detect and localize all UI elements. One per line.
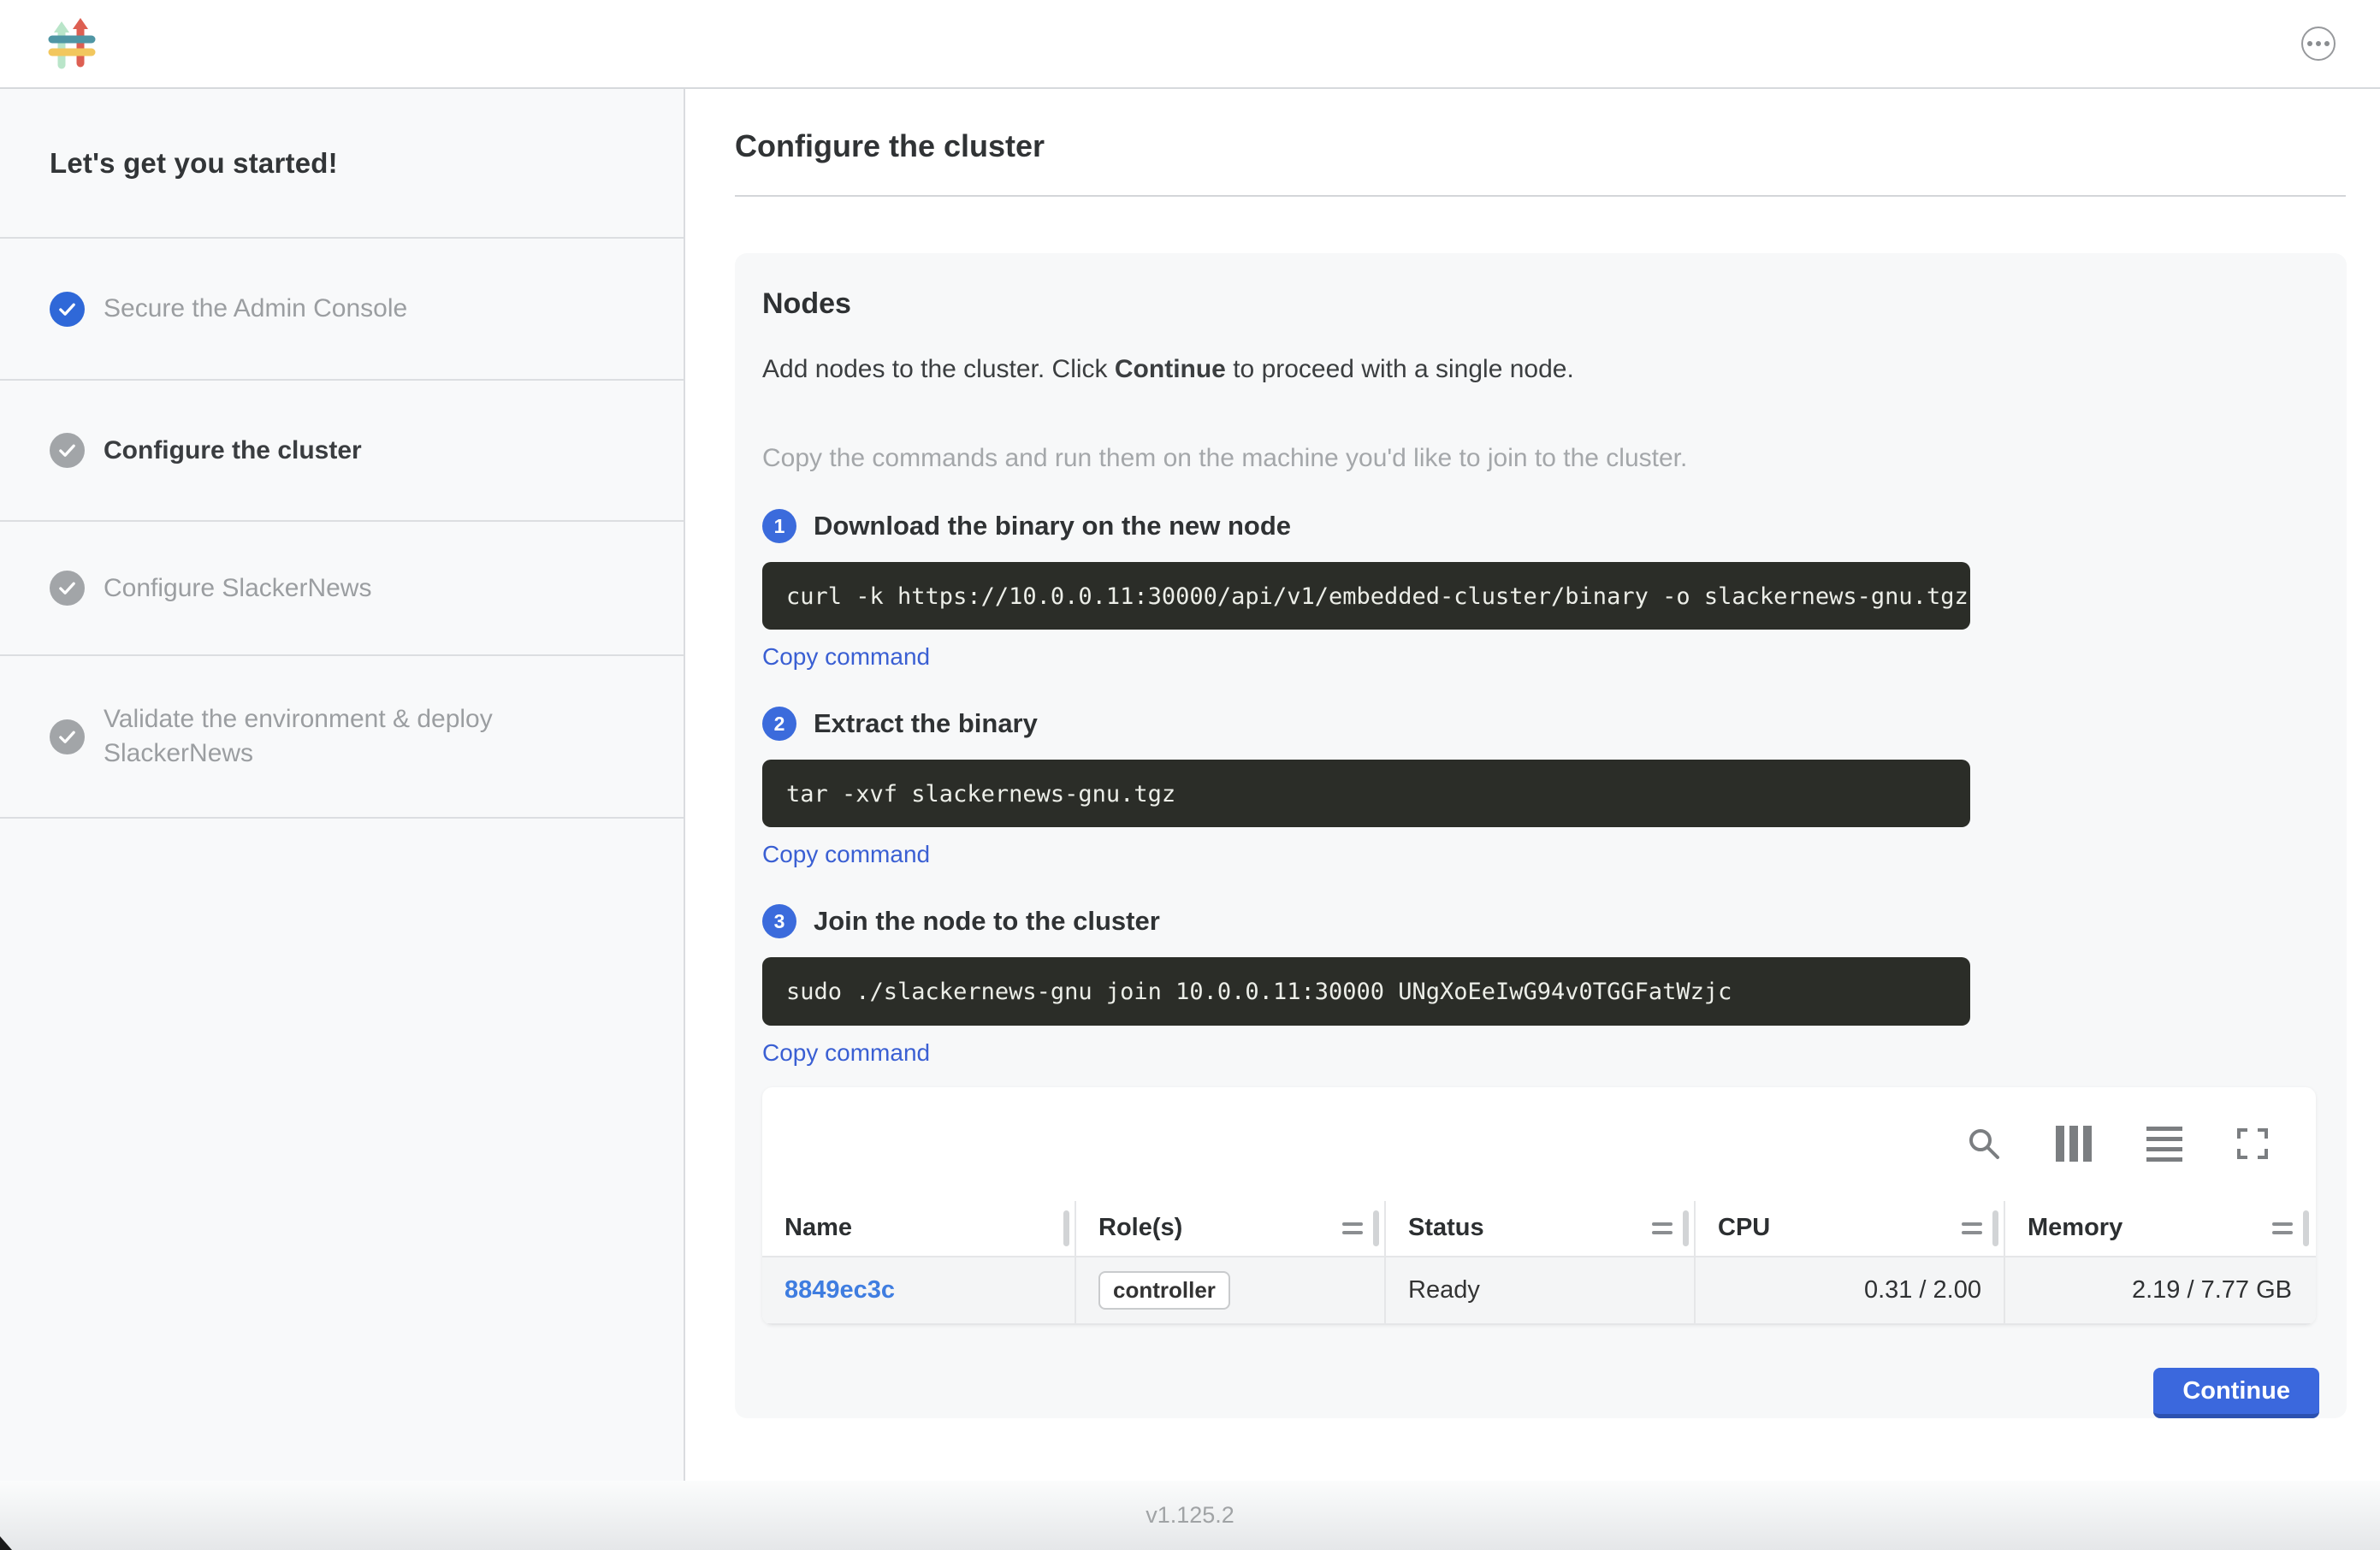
step-3-copy-command-link[interactable]: Copy command: [762, 1039, 930, 1067]
step-3-header: 3 Join the node to the cluster: [762, 904, 2319, 938]
version-label: v1.125.2: [1146, 1502, 1234, 1529]
main-content: Configure the cluster Nodes Add nodes to…: [687, 89, 2380, 1481]
ellipsis-icon: [2307, 41, 2312, 46]
nodes-heading: Nodes: [762, 287, 2319, 321]
sidebar-item-label: Validate the environment & deploy Slacke…: [104, 702, 637, 771]
app-footer: v1.125.2: [0, 1481, 2380, 1550]
step-2-number-badge: 2: [762, 707, 796, 741]
step-1-number-badge: 1: [762, 509, 796, 543]
sidebar-item-validate-deploy[interactable]: Validate the environment & deploy Slacke…: [0, 656, 684, 819]
check-pending-icon: [50, 433, 85, 468]
check-pending-icon: [50, 571, 85, 606]
sidebar-item-label: Configure the cluster: [104, 434, 362, 468]
sidebar: Let's get you started! Secure the Admin …: [0, 89, 685, 1481]
column-resize-handle[interactable]: [2303, 1210, 2309, 1246]
column-menu-icon[interactable]: [2272, 1222, 2293, 1234]
node-roles-cell: controller: [1076, 1257, 1386, 1323]
step-3-title: Join the node to the cluster: [814, 906, 1160, 937]
step-2-title: Extract the binary: [814, 708, 1038, 739]
column-resize-handle[interactable]: [1063, 1210, 1069, 1246]
column-header-cpu[interactable]: CPU: [1696, 1201, 2005, 1256]
step-1-command-code: curl -k https://10.0.0.11:30000/api/v1/e…: [762, 562, 1970, 630]
app-header: [0, 0, 2380, 89]
check-pending-icon: [50, 719, 85, 754]
columns-icon[interactable]: [2056, 1126, 2092, 1162]
step-2-copy-command-link[interactable]: Copy command: [762, 841, 930, 868]
column-resize-handle[interactable]: [1992, 1210, 1998, 1246]
sidebar-item-secure-admin-console[interactable]: Secure the Admin Console: [0, 239, 684, 381]
density-icon[interactable]: [2146, 1127, 2182, 1162]
column-header-name[interactable]: Name: [762, 1201, 1076, 1256]
continue-button[interactable]: Continue: [2153, 1368, 2319, 1418]
node-memory-cell: 2.19 / 7.77 GB: [2005, 1257, 2314, 1323]
table-toolbar: [762, 1087, 2316, 1201]
role-badge: controller: [1098, 1271, 1230, 1310]
step-1-header: 1 Download the binary on the new node: [762, 509, 2319, 543]
title-divider: [735, 195, 2346, 197]
sidebar-item-configure-cluster[interactable]: Configure the cluster: [0, 381, 684, 522]
step-3-number-badge: 3: [762, 904, 796, 938]
column-menu-icon[interactable]: [1342, 1222, 1363, 1234]
column-resize-handle[interactable]: [1373, 1210, 1379, 1246]
step-2-header: 2 Extract the binary: [762, 707, 2319, 741]
mouse-cursor: [0, 1536, 12, 1550]
more-menu-button[interactable]: [2301, 27, 2336, 61]
step-2-command-code: tar -xvf slackernews-gnu.tgz: [762, 760, 1970, 827]
node-cpu-cell: 0.31 / 2.00: [1696, 1257, 2005, 1323]
sidebar-item-label: Secure the Admin Console: [104, 292, 407, 326]
column-menu-icon[interactable]: [1652, 1222, 1673, 1234]
nodes-table-panel: Name Role(s) Status CPU: [762, 1087, 2316, 1326]
node-name-link[interactable]: 8849ec3c: [784, 1276, 895, 1304]
table-header-row: Name Role(s) Status CPU: [762, 1201, 2316, 1257]
column-resize-handle[interactable]: [1683, 1210, 1689, 1246]
column-header-memory[interactable]: Memory: [2005, 1201, 2314, 1256]
step-3-command-code: sudo ./slackernews-gnu join 10.0.0.11:30…: [762, 957, 1970, 1025]
column-menu-icon[interactable]: [1962, 1222, 1982, 1234]
fullscreen-icon[interactable]: [2237, 1128, 2268, 1159]
nodes-intro: Add nodes to the cluster. Click Continue…: [762, 355, 2319, 384]
slackernews-logo-icon: [48, 16, 96, 71]
step-1-copy-command-link[interactable]: Copy command: [762, 643, 930, 671]
column-header-status[interactable]: Status: [1386, 1201, 1696, 1256]
node-name-cell: 8849ec3c: [762, 1257, 1076, 1323]
column-header-roles[interactable]: Role(s): [1076, 1201, 1386, 1256]
node-status-cell: Ready: [1386, 1257, 1696, 1323]
sidebar-item-label: Configure SlackerNews: [104, 571, 371, 606]
step-1-title: Download the binary on the new node: [814, 511, 1291, 541]
table-row: 8849ec3c controller Ready 0.31 / 2.00 2.…: [762, 1257, 2316, 1325]
copy-instruction: Copy the commands and run them on the ma…: [762, 444, 2319, 473]
page-title: Configure the cluster: [735, 128, 2380, 164]
search-icon[interactable]: [1967, 1127, 2001, 1161]
nodes-card: Nodes Add nodes to the cluster. Click Co…: [735, 253, 2347, 1418]
check-complete-icon: [50, 292, 85, 327]
sidebar-item-configure-slackernews[interactable]: Configure SlackerNews: [0, 522, 684, 656]
sidebar-title: Let's get you started!: [0, 89, 684, 239]
